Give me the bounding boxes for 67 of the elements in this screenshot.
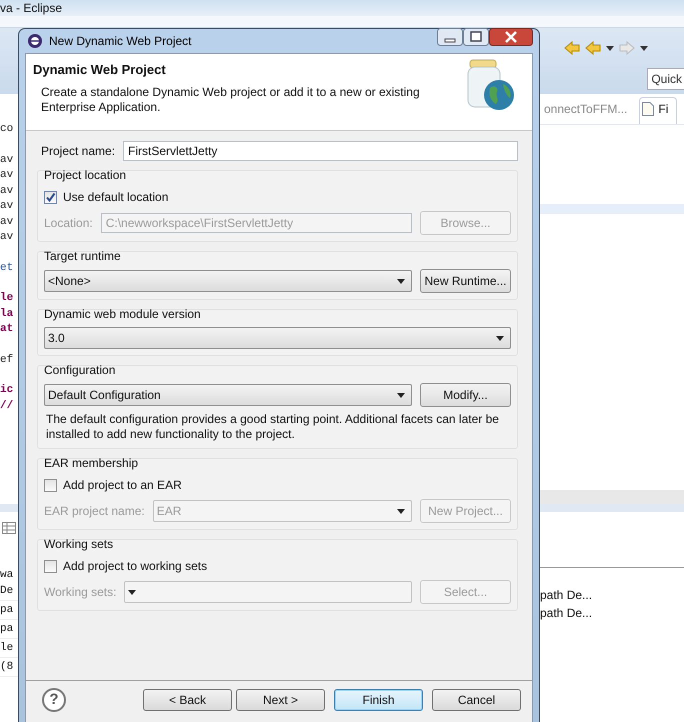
code-text: la	[0, 306, 14, 322]
arrow-left-icon[interactable]	[564, 41, 580, 55]
checkbox[interactable]	[44, 560, 57, 572]
editor-tab[interactable]: onnectToFFM...	[542, 98, 630, 124]
caret-icon	[128, 590, 136, 594]
editor-tab[interactable]: Fi	[639, 97, 678, 124]
maximize-button[interactable]	[463, 28, 489, 46]
quick-access-field[interactable]: Quick	[647, 68, 684, 90]
table-cell-text: path De...	[540, 605, 592, 622]
code-text: co	[0, 122, 14, 137]
table-cell-text: path De...	[540, 587, 592, 604]
code-text: //	[0, 398, 14, 414]
caret-icon	[397, 508, 405, 514]
group-title: Dynamic web module version	[44, 307, 201, 321]
dialog-description: Create a standalone Dynamic Web project or add it to a new or existing Enterprise Application.	[40, 85, 421, 115]
code-text: av	[0, 214, 14, 230]
group-title: Target runtime	[44, 249, 121, 263]
code-text: av	[0, 199, 14, 214]
text-field[interactable]: FirstServlettJetty	[123, 141, 518, 161]
checkbox-label[interactable]: Use default location	[63, 190, 168, 204]
checkbox[interactable]	[44, 478, 57, 492]
button[interactable]: Finish	[334, 688, 423, 710]
dialog-heading: Dynamic Web Project	[33, 62, 167, 77]
code-text: at	[0, 322, 14, 337]
group-title: Configuration	[44, 363, 116, 377]
caret-icon[interactable]	[606, 46, 614, 50]
field-label: Location:	[44, 216, 93, 230]
button[interactable]: New Runtime...	[420, 269, 511, 293]
checkbox-label[interactable]: Add project to working sets	[63, 559, 208, 573]
eclipse-icon	[27, 33, 43, 49]
window-title: va - Eclipse	[0, 1, 62, 15]
dropdown[interactable]: <None>	[44, 270, 412, 292]
button[interactable]: < Back	[143, 688, 232, 710]
dialog-title: New Dynamic Web Project	[49, 34, 192, 48]
minimize-button[interactable]	[437, 28, 463, 46]
field-label: Project name:	[41, 144, 116, 158]
field-label: Working sets:	[44, 585, 116, 599]
code-text: et	[0, 260, 14, 276]
close-button[interactable]	[489, 28, 533, 46]
button[interactable]: Cancel	[432, 688, 521, 710]
file-icon	[642, 102, 654, 116]
field-label: EAR project name:	[44, 504, 145, 518]
code-text: av	[0, 168, 14, 183]
column-header: wa	[0, 568, 14, 582]
caret-icon[interactable]	[640, 46, 648, 50]
group-title: Project location	[44, 168, 126, 182]
checkbox-label[interactable]: Add project to an EAR	[63, 478, 182, 492]
caret-icon	[496, 336, 504, 340]
group-title: Working sets	[44, 537, 114, 551]
code-text: av	[0, 184, 14, 198]
button[interactable]: Modify...	[420, 383, 511, 407]
caret-icon	[397, 392, 405, 398]
checkbox[interactable]	[44, 190, 57, 204]
code-text: ef	[0, 352, 14, 368]
caret-icon	[397, 278, 405, 284]
code-text: le	[0, 291, 14, 306]
code-text: av	[0, 152, 14, 168]
help-button[interactable]: ?	[42, 688, 66, 712]
group-title: EAR membership	[44, 456, 138, 470]
code-text: ic	[0, 383, 14, 398]
arrow-left-icon[interactable]	[585, 41, 601, 55]
table-icon[interactable]	[2, 522, 18, 534]
code-text: av	[0, 230, 14, 245]
description-text: The default configuration provides a good starting point. Additional facets can later be installed to add new functionality to the project.	[46, 412, 500, 442]
dropdown[interactable]: Default Configuration	[44, 384, 412, 406]
button[interactable]: Next >	[236, 688, 325, 710]
dropdown[interactable]: 3.0	[44, 327, 511, 349]
